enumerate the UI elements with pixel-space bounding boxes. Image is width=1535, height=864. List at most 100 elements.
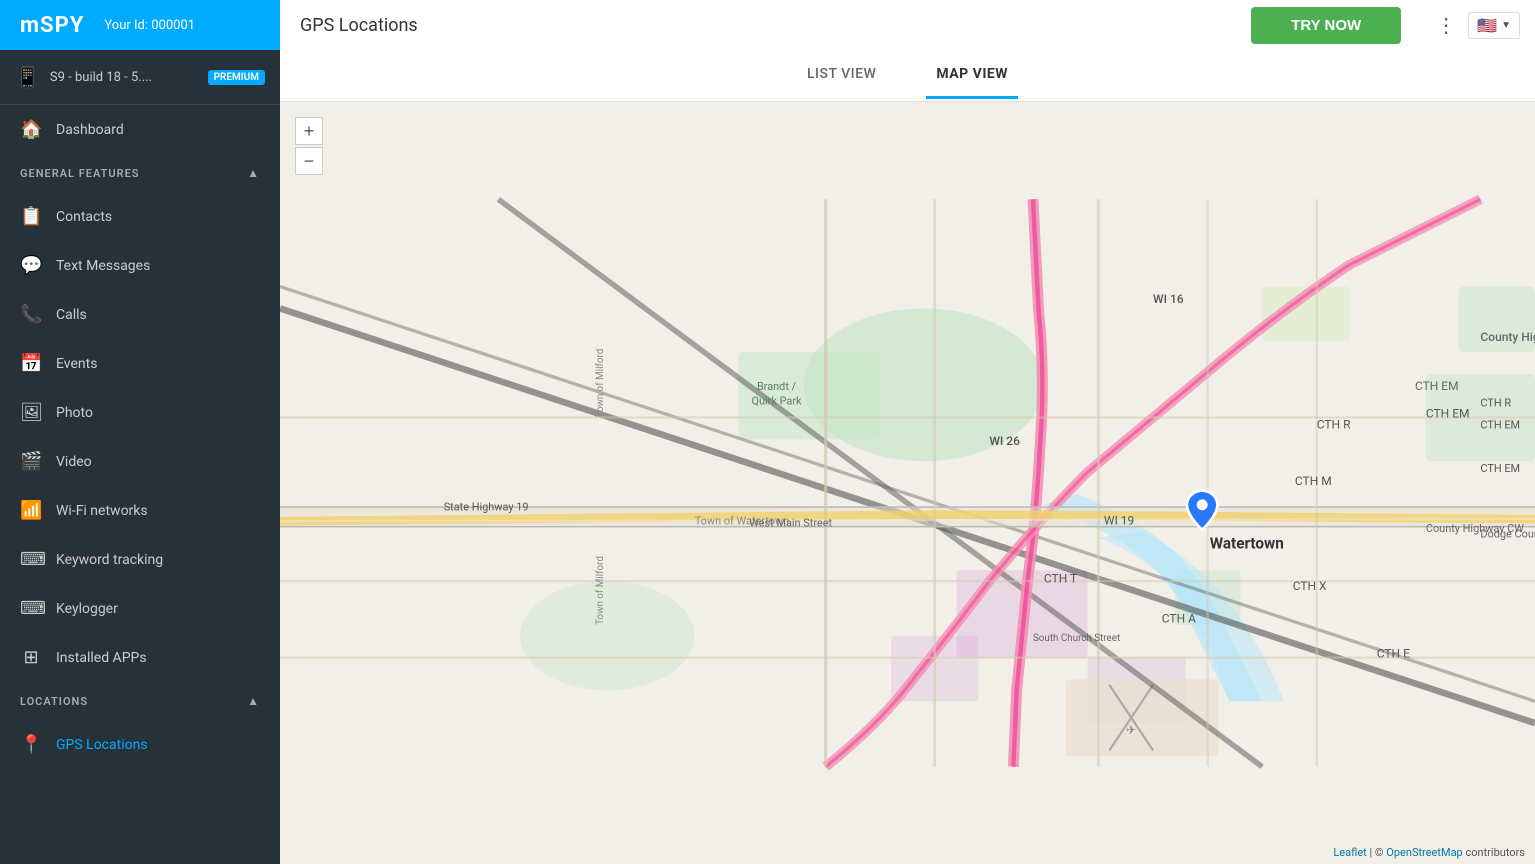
svg-text:CTH T: CTH T (1044, 571, 1077, 585)
logo: mSPY (20, 13, 84, 38)
section-general-features: GENERAL FEATURES ▲ (0, 154, 280, 192)
text-messages-icon: 💬 (20, 255, 42, 276)
svg-text:CTH EM: CTH EM (1415, 379, 1459, 393)
map-background: ✈ (280, 102, 1535, 864)
sidebar-item-wifi-label: Wi-Fi networks (56, 503, 148, 519)
sidebar-item-gps-label: GPS Locations (56, 737, 148, 753)
keyword-tracking-icon: ⌨ (20, 549, 42, 570)
section-locations-label: LOCATIONS (20, 695, 88, 708)
sidebar-item-calls[interactable]: 📞 Calls (0, 290, 280, 339)
svg-text:West Main Street: West Main Street (749, 517, 832, 530)
tab-list-view[interactable]: LIST VIEW (797, 52, 886, 99)
svg-text:CTH E: CTH E (1377, 647, 1410, 661)
svg-text:WI 26: WI 26 (989, 434, 1020, 448)
svg-text:CTH EM: CTH EM (1480, 462, 1520, 475)
sidebar-item-installed-apps[interactable]: ⊞ Installed APPs (0, 633, 280, 682)
logo-area: mSPY Your Id: 000001 (0, 0, 280, 50)
sidebar-item-calls-label: Calls (56, 307, 87, 323)
attribution-separator: | © (1370, 846, 1387, 859)
flag-icon: 🇺🇸 (1477, 16, 1497, 35)
photo-icon: 🖼 (20, 402, 42, 423)
top-header: mSPY Your Id: 000001 GPS Locations TRY N… (0, 0, 1535, 50)
svg-text:Town of Milford: Town of Milford (595, 349, 606, 418)
main-layout: 📱 S9 - build 18 - 5.... PREMIUM 🏠 Dashbo… (0, 50, 1535, 864)
sidebar-item-contacts-label: Contacts (56, 209, 112, 225)
svg-text:CTH A: CTH A (1162, 612, 1196, 626)
svg-text:CTH X: CTH X (1293, 579, 1327, 593)
svg-text:County Highway R: County Highway R (1480, 330, 1535, 344)
svg-text:CTH M: CTH M (1295, 474, 1332, 488)
attribution-contributors: contributors (1465, 846, 1525, 859)
svg-text:CTH R: CTH R (1317, 417, 1351, 431)
contacts-icon: 📋 (20, 206, 42, 227)
sidebar-item-video-label: Video (56, 454, 92, 470)
calls-icon: 📞 (20, 304, 42, 325)
premium-badge: PREMIUM (208, 70, 265, 85)
sidebar-item-keylogger[interactable]: ⌨ Keylogger (0, 584, 280, 633)
gps-icon: 📍 (20, 734, 42, 755)
chevron-down-icon: ▼ (1501, 20, 1511, 31)
svg-text:CTH EM: CTH EM (1480, 418, 1520, 431)
svg-text:✈: ✈ (1126, 723, 1136, 737)
zoom-out-button[interactable]: − (295, 147, 323, 175)
zoom-in-button[interactable]: + (295, 117, 323, 145)
sidebar-item-installed-apps-label: Installed APPs (56, 650, 147, 666)
wifi-icon: 📶 (20, 500, 42, 521)
sidebar-item-events[interactable]: 📅 Events (0, 339, 280, 388)
svg-text:CTH R: CTH R (1480, 397, 1511, 410)
svg-text:Town of Milford: Town of Milford (595, 556, 606, 625)
home-icon: 🏠 (20, 119, 42, 140)
video-icon: 🎬 (20, 451, 42, 472)
svg-text:Watertown: Watertown (1210, 534, 1284, 552)
section-locations: LOCATIONS ▲ (0, 682, 280, 720)
sidebar-item-dashboard[interactable]: 🏠 Dashboard (0, 105, 280, 154)
section-chevron-icon[interactable]: ▲ (247, 166, 260, 180)
sidebar-item-text-messages-label: Text Messages (56, 258, 150, 274)
device-name: S9 - build 18 - 5.... (50, 70, 198, 85)
tabs-bar: LIST VIEW MAP VIEW (280, 50, 1535, 102)
sidebar-item-dashboard-label: Dashboard (56, 122, 124, 138)
sidebar-item-wifi[interactable]: 📶 Wi-Fi networks (0, 486, 280, 535)
svg-text:South Church Street: South Church Street (1033, 633, 1120, 644)
svg-text:Brandt /: Brandt / (757, 380, 797, 393)
sidebar-item-keyword-tracking[interactable]: ⌨ Keyword tracking (0, 535, 280, 584)
header-right: ⋮ 🇺🇸 ▼ (1421, 0, 1535, 50)
more-options-icon[interactable]: ⋮ (1436, 13, 1456, 37)
sidebar-item-events-label: Events (56, 356, 97, 372)
device-icon: 📱 (15, 65, 40, 89)
svg-text:Quirk Park: Quirk Park (752, 394, 803, 407)
user-id: Your Id: 000001 (104, 18, 195, 33)
svg-text:WI 16: WI 16 (1153, 292, 1184, 306)
sidebar-item-photo[interactable]: 🖼 Photo (0, 388, 280, 437)
try-now-button[interactable]: TRY NOW (1251, 7, 1401, 44)
sidebar-item-contacts[interactable]: 📋 Contacts (0, 192, 280, 241)
tab-map-view[interactable]: MAP VIEW (926, 52, 1018, 99)
map-container: ✈ (280, 102, 1535, 864)
svg-text:CTH EM: CTH EM (1426, 407, 1470, 421)
sidebar: 📱 S9 - build 18 - 5.... PREMIUM 🏠 Dashbo… (0, 50, 280, 864)
osm-link[interactable]: OpenStreetMap (1386, 846, 1462, 859)
sidebar-item-video[interactable]: 🎬 Video (0, 437, 280, 486)
page-title: GPS Locations (300, 15, 418, 36)
svg-text:WI 19: WI 19 (1104, 513, 1134, 527)
device-header: 📱 S9 - build 18 - 5.... PREMIUM (0, 50, 280, 105)
sidebar-item-keylogger-label: Keylogger (56, 601, 118, 617)
content-area: LIST VIEW MAP VIEW (280, 50, 1535, 864)
sidebar-item-keyword-tracking-label: Keyword tracking (56, 552, 163, 568)
sidebar-item-photo-label: Photo (56, 405, 93, 421)
map-controls: + − (295, 117, 323, 175)
section-locations-chevron-icon[interactable]: ▲ (247, 694, 260, 708)
header-center: GPS Locations TRY NOW (280, 0, 1421, 50)
sidebar-item-text-messages[interactable]: 💬 Text Messages (0, 241, 280, 290)
section-general-label: GENERAL FEATURES (20, 167, 140, 180)
svg-text:State Highway 19: State Highway 19 (444, 500, 529, 513)
events-icon: 📅 (20, 353, 42, 374)
leaflet-link[interactable]: Leaflet (1333, 846, 1366, 859)
installed-apps-icon: ⊞ (20, 647, 42, 668)
map-svg: ✈ (280, 102, 1535, 864)
keylogger-icon: ⌨ (20, 598, 42, 619)
map-attribution: Leaflet | © OpenStreetMap contributors (1333, 846, 1525, 859)
language-selector[interactable]: 🇺🇸 ▼ (1468, 12, 1520, 39)
sidebar-item-gps-locations[interactable]: 📍 GPS Locations (0, 720, 280, 769)
svg-text:Dodge County: Dodge County (1480, 528, 1535, 541)
